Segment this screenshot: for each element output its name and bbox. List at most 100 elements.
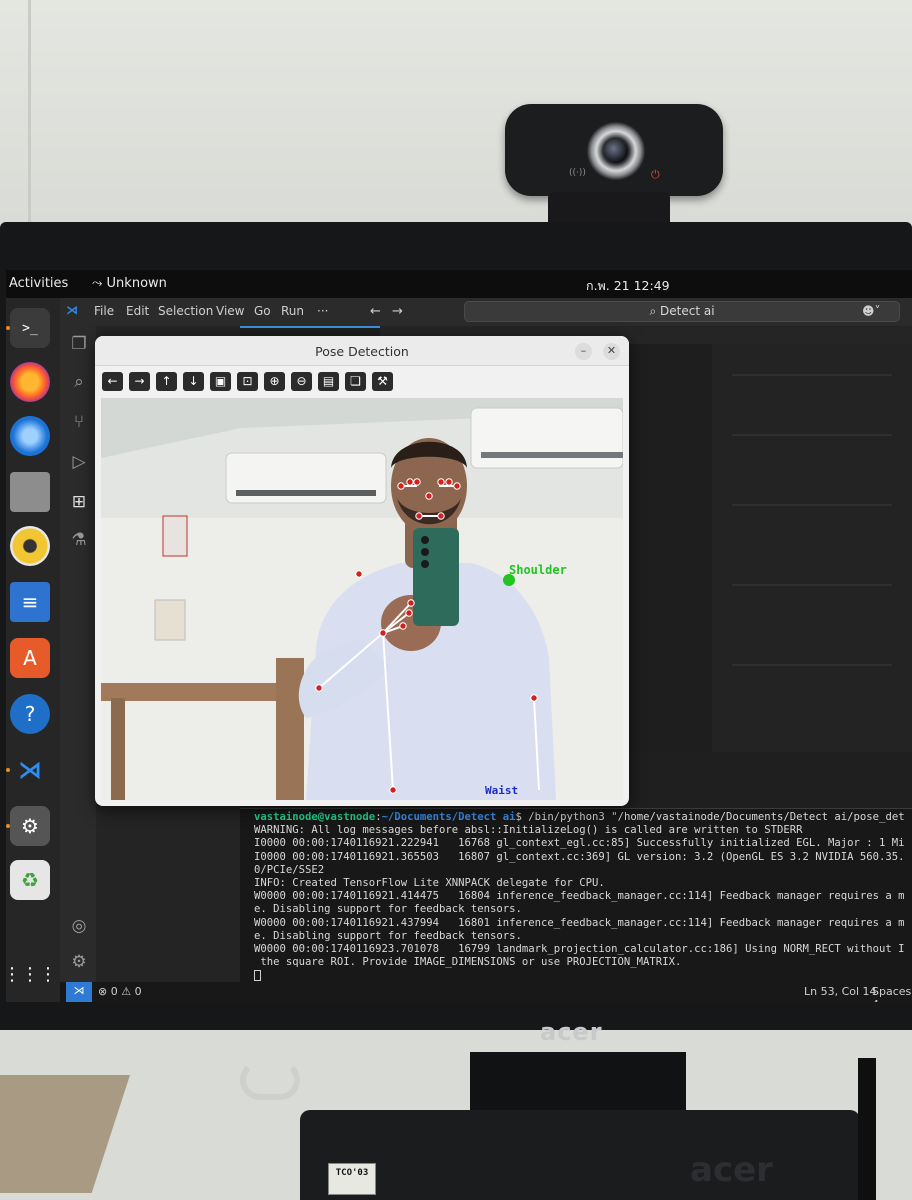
pan-up-icon[interactable]: ↑ [156,372,177,391]
terminal-line: W0000 00:00:1740116921.437994 16801 infe… [254,916,905,929]
wooden-board [0,1075,130,1193]
terminal-line: WARNING: All log messages before absl::I… [254,824,803,837]
explorer-icon[interactable]: ❐ [67,334,91,358]
search-icon[interactable]: ⌕ [67,372,91,396]
ubuntu-dock: >_ ≡ A ? ⋊ ⚙ ♻ ⋮⋮⋮ [6,298,60,1002]
ac-vent [236,490,376,496]
window-title-bar[interactable]: Pose Detection – ✕ [95,336,629,366]
menu-selection[interactable]: Selection [158,304,213,318]
keypoint-left-elbow [530,694,538,702]
keypoint-mouth-right [415,512,423,520]
pan-down-icon[interactable]: ↓ [183,372,204,391]
ac-vent [481,452,623,458]
show-apps-icon[interactable]: ⋮⋮⋮ [6,954,57,994]
keypoint-mouth-left [437,512,445,520]
certification-sticker: TCO'03 [328,1163,376,1195]
webcam-lens [604,139,628,163]
prompt-user: vastainode@vastnode [254,811,376,823]
cable-loop [240,1060,300,1100]
terminal-line: the square ROI. Provide IMAGE_DIMENSIONS… [254,956,682,969]
wall-seam [28,0,31,230]
cursor-position[interactable]: Ln 53, Col 14 [804,985,877,998]
menu-go[interactable]: Go [254,304,271,318]
keypoint-right-shoulder [355,570,363,578]
minimap-line [732,374,892,376]
zoom-out-icon[interactable]: ⊖ [291,372,312,391]
table-leg [111,698,125,800]
terminal-panel[interactable]: vastainode@vastnode:~/Documents/Detect a… [240,808,912,982]
menu-more[interactable]: ··· [317,304,328,318]
pan-right-icon[interactable]: → [129,372,150,391]
zoom-fit-icon[interactable]: ▣ [210,372,231,391]
terminal-line: INFO: Created TensorFlow Lite XNNPACK de… [254,877,605,890]
files-icon[interactable] [10,472,50,512]
problems-indicator[interactable]: ⊗ 0 ⚠ 0 [98,985,142,998]
trash-icon[interactable]: ♻ [10,860,50,900]
minimap[interactable] [712,344,912,752]
terminal-line: I0000 00:00:1740116921.365503 16807 gl_c… [254,850,905,863]
thunderbird-icon[interactable] [10,416,50,456]
vscode-icon[interactable]: ⋊ [10,750,50,790]
keypoint-right-eye [413,478,421,486]
firefox-icon[interactable] [10,362,50,402]
keypoint-left-ear [453,482,461,490]
terminal-cursor [254,969,261,981]
copy-icon[interactable]: ❏ [345,372,366,391]
terminal-icon[interactable]: >_ [10,308,50,348]
account-icon[interactable]: ◎ [67,916,91,940]
activities-button[interactable]: Activities [9,276,68,291]
close-icon[interactable]: ✕ [603,343,620,360]
wall-sign [162,515,188,557]
back-arrow-icon[interactable]: ← [370,304,381,319]
zoom-original-icon[interactable]: ⊡ [237,372,258,391]
save-icon[interactable]: ▤ [318,372,339,391]
indentation-indicator[interactable]: Spaces: 4 [872,985,912,1002]
menu-run[interactable]: Run [281,304,304,318]
monitor-stand-base [300,1110,860,1200]
command-center[interactable]: ⌕ Detect ai [464,301,900,322]
waist-label: Waist [485,784,518,797]
window-title: Pose Detection [315,344,409,359]
writer-icon[interactable]: ≡ [10,582,50,622]
menu-file[interactable]: File [94,304,114,318]
activity-bar: ❐ ⌕ ⑂ ▷ ⊞ ⚗ ◎ ⚙ [60,326,96,982]
status-bar: ⋊ ⊗ 0 ⚠ 0 Ln 53, Col 14 Spaces: 4 [60,982,912,1002]
menu-view[interactable]: View [216,304,244,318]
remote-indicator-icon[interactable]: ⋊ [66,982,92,1002]
prompt-path: ~/Documents/Detect ai [381,811,516,823]
properties-icon[interactable]: ⚒ [372,372,393,391]
phone-camera [421,560,429,568]
source-control-icon[interactable]: ⑂ [67,412,91,436]
extensions-icon[interactable]: ⊞ [67,492,91,516]
phone-camera [421,548,429,556]
webcam: ((·)) ⏻ [505,104,723,196]
zoom-in-icon[interactable]: ⊕ [264,372,285,391]
air-conditioner-right [470,407,623,469]
testing-icon[interactable]: ⚗ [67,530,91,554]
help-icon[interactable]: ? [10,694,50,734]
keypoint-left-eye-outer [445,478,453,486]
keypoint-right-index [407,599,415,607]
gnome-top-bar: Activities ⤳ Unknown ก.พ. 21 12:49 [6,270,912,298]
run-debug-icon[interactable]: ▷ [67,452,91,476]
keypoint-right-eye-outer [406,478,414,486]
app-center-icon[interactable]: A [10,638,50,678]
app-menu[interactable]: ⤳ Unknown [92,276,167,291]
terminal-line: W0000 00:00:1740116921.414475 16804 infe… [254,890,905,903]
menu-edit[interactable]: Edit [126,304,149,318]
keypoint-right-ear [397,482,405,490]
settings-icon[interactable]: ⚙ [10,806,50,846]
clock[interactable]: ก.พ. 21 12:49 [586,276,670,296]
keypoint-right-hip [389,786,397,794]
forward-arrow-icon[interactable]: → [392,304,403,319]
minimap-line [732,664,892,666]
rhythmbox-icon[interactable] [10,526,50,566]
pan-left-icon[interactable]: ← [102,372,123,391]
manage-gear-icon[interactable]: ⚙ [67,952,91,976]
terminal-line: I0000 00:00:1740116921.222941 16768 gl_c… [254,837,905,850]
wooden-post [276,658,304,800]
stand-brand-logo: acer [690,1150,773,1190]
minimize-icon[interactable]: – [575,343,592,360]
copilot-icon[interactable]: ☻˅ [862,304,881,318]
terminal-prompt: vastainode@vastnode:~/Documents/Detect a… [254,811,905,823]
